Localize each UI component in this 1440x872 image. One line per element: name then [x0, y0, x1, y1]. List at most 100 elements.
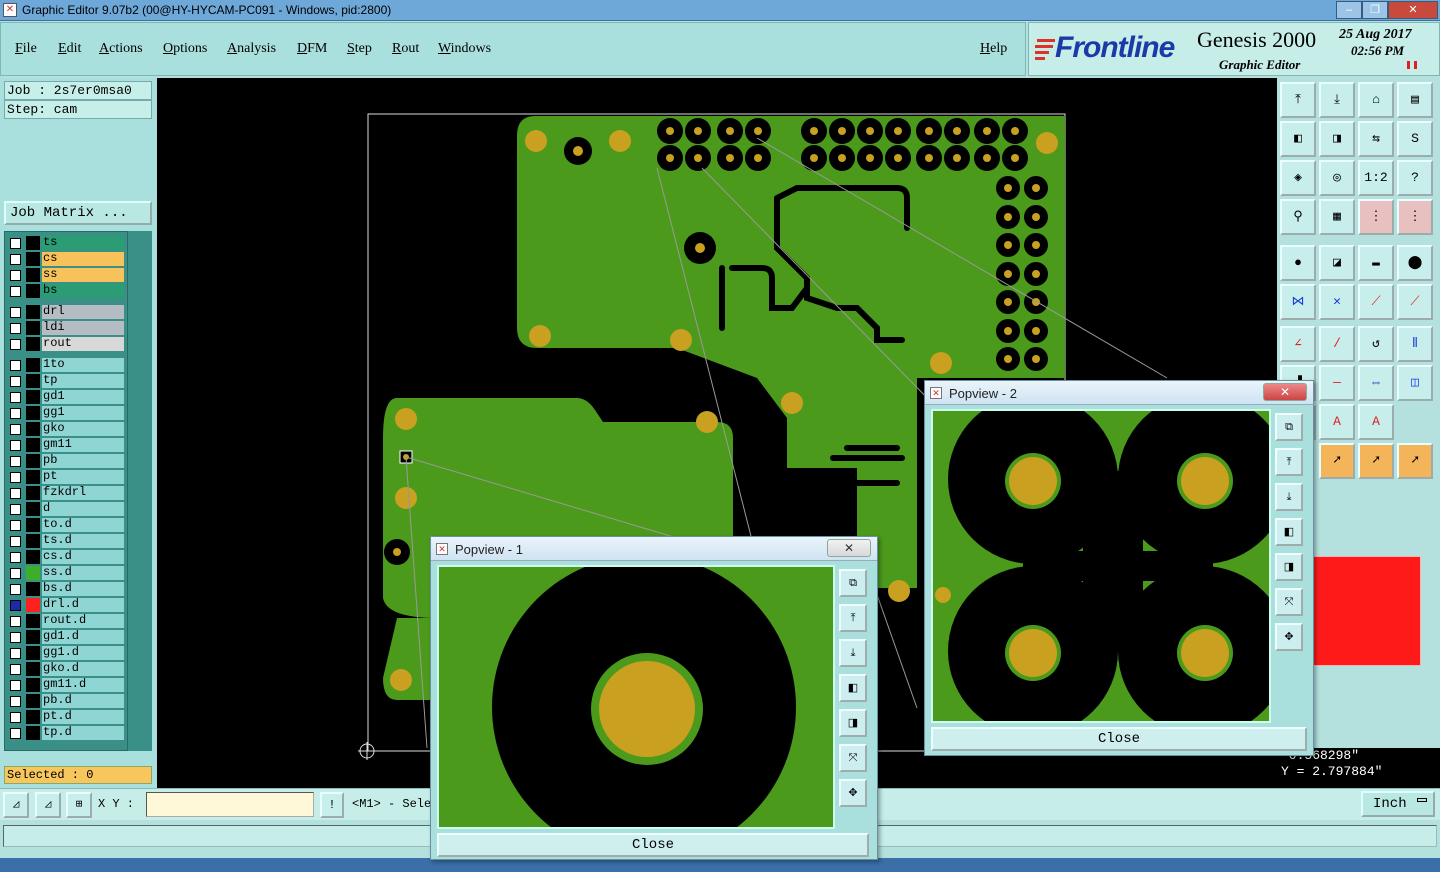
layer-color-swatch[interactable] — [26, 678, 40, 692]
resize-icon[interactable]: ⇔ — [1358, 365, 1394, 401]
popview-tool-icon[interactable]: ⧉ — [1275, 413, 1303, 441]
layer-row-cs[interactable]: cs — [5, 251, 129, 267]
popview-tool-icon[interactable]: ◧ — [839, 674, 867, 702]
layer-name[interactable]: gd1.d — [42, 630, 124, 644]
xy-input[interactable] — [146, 792, 314, 817]
tool-2-icon[interactable]: ◿ — [35, 792, 61, 818]
layer-checkbox[interactable] — [10, 392, 21, 403]
layer-row-cs-d[interactable]: cs.d — [5, 549, 129, 565]
popview-tool-icon[interactable]: ✥ — [1275, 623, 1303, 651]
color-edit-icon[interactable]: ◪ — [1319, 245, 1355, 281]
layer-row-1to[interactable]: 1to — [5, 357, 129, 373]
layer-name[interactable]: gm11 — [42, 438, 124, 452]
layer-color-swatch[interactable] — [26, 284, 40, 298]
layer-name[interactable]: rout — [42, 337, 124, 351]
layer-checkbox[interactable] — [10, 568, 21, 579]
layer-color-swatch[interactable] — [26, 422, 40, 436]
draw-line-icon[interactable]: / — [1319, 326, 1355, 362]
layer-color-swatch[interactable] — [26, 337, 40, 351]
layer-checkbox[interactable] — [10, 456, 21, 467]
menu-rout[interactable]: Rout — [392, 41, 419, 57]
layer-color-swatch[interactable] — [26, 502, 40, 516]
layer-row-pb-d[interactable]: pb.d — [5, 693, 129, 709]
maximize-button[interactable]: ❐ — [1362, 1, 1388, 19]
layer-checkbox[interactable] — [10, 520, 21, 531]
ruler-icon[interactable]: ▬ — [1358, 245, 1394, 281]
layer-row-ldi[interactable]: ldi — [5, 320, 129, 336]
mirror-layer-icon[interactable]: ⫴ — [1397, 326, 1433, 362]
layer-row-drl[interactable]: drl — [5, 304, 129, 320]
menu-options[interactable]: Options — [163, 41, 207, 57]
layer-name[interactable]: ts.d — [42, 534, 124, 548]
menu-edit[interactable]: Edit — [58, 41, 81, 57]
layer-row-rout[interactable]: rout — [5, 336, 129, 352]
fit-icon[interactable]: ◈ — [1280, 160, 1316, 196]
layer-color-swatch[interactable] — [26, 518, 40, 532]
popview-tool-icon[interactable]: ⤒ — [1275, 448, 1303, 476]
layer-checkbox[interactable] — [10, 616, 21, 627]
popview-tool-icon[interactable]: ⧉ — [839, 569, 867, 597]
layer-name[interactable]: gm11.d — [42, 678, 124, 692]
pan-left-icon[interactable]: ◧ — [1280, 121, 1316, 157]
layer-checkbox[interactable] — [10, 376, 21, 387]
layer-color-swatch[interactable] — [26, 582, 40, 596]
layer-checkbox[interactable] — [10, 307, 21, 318]
connect-icon[interactable]: ⋈ — [1280, 284, 1316, 320]
cross-icon[interactable]: ✕ — [1319, 284, 1355, 320]
popview-1-x-button[interactable]: ✕ — [827, 539, 871, 557]
layer-row-tp[interactable]: tp — [5, 373, 129, 389]
popview-tool-icon[interactable]: ◨ — [839, 709, 867, 737]
layer-color-swatch[interactable] — [26, 268, 40, 282]
layer-name[interactable]: gd1 — [42, 390, 124, 404]
layer-name[interactable]: rout.d — [42, 614, 124, 628]
layer-name[interactable]: d — [42, 502, 124, 516]
layer-row-d[interactable]: d — [5, 501, 129, 517]
layer-row-drl-d[interactable]: drl.d — [5, 597, 129, 613]
layer-checkbox[interactable] — [10, 472, 21, 483]
layer-name[interactable]: ts — [42, 236, 124, 250]
layer-row-gm11[interactable]: gm11 — [5, 437, 129, 453]
layer-checkbox[interactable] — [10, 286, 21, 297]
layer-checkbox[interactable] — [10, 712, 21, 723]
layer-checkbox[interactable] — [10, 600, 21, 611]
layer-color-swatch[interactable] — [26, 726, 40, 740]
layer-color-swatch[interactable] — [26, 321, 40, 335]
net-select-icon[interactable]: ⋮ — [1397, 199, 1433, 235]
layer-row-tp-d[interactable]: tp.d — [5, 725, 129, 741]
angle-icon[interactable]: ∠ — [1280, 326, 1316, 362]
scale-button[interactable]: 1:2 — [1358, 160, 1394, 196]
layer-row-ts-d[interactable]: ts.d — [5, 533, 129, 549]
tool-3-icon[interactable]: ⊞ — [66, 792, 92, 818]
layer-row-ts[interactable]: ts — [5, 235, 129, 251]
layer-row-gg1-d[interactable]: gg1.d — [5, 645, 129, 661]
layer-name[interactable]: 1to — [42, 358, 124, 372]
layer-color-swatch[interactable] — [26, 454, 40, 468]
menu-analysis[interactable]: Analysis — [227, 41, 276, 57]
layer-row-pt-d[interactable]: pt.d — [5, 709, 129, 725]
layer-name[interactable]: pt.d — [42, 710, 124, 724]
layer-checkbox[interactable] — [10, 408, 21, 419]
layer-color-swatch[interactable] — [26, 694, 40, 708]
layer-color-swatch[interactable] — [26, 486, 40, 500]
pointer-select-icon[interactable]: ➚ — [1358, 443, 1394, 479]
layer-row-pt[interactable]: pt — [5, 469, 129, 485]
layer-row-pb[interactable]: pb — [5, 453, 129, 469]
layer-name[interactable]: bs.d — [42, 582, 124, 596]
layer-row-gg1[interactable]: gg1 — [5, 405, 129, 421]
line-move-icon[interactable]: ⟋ — [1397, 284, 1433, 320]
layer-checkbox[interactable] — [10, 680, 21, 691]
layer-name[interactable]: gko — [42, 422, 124, 436]
layer-checkbox[interactable] — [10, 584, 21, 595]
layer-checkbox[interactable] — [10, 632, 21, 643]
popview-tool-icon[interactable]: ⤓ — [1275, 483, 1303, 511]
layer-row-bs-d[interactable]: bs.d — [5, 581, 129, 597]
layer-name[interactable]: ss — [42, 268, 124, 282]
layer-row-gm11-d[interactable]: gm11.d — [5, 677, 129, 693]
minimize-button[interactable]: – — [1336, 1, 1362, 19]
layer-color-swatch[interactable] — [26, 358, 40, 372]
layer-color-swatch[interactable] — [26, 305, 40, 319]
layer-name[interactable]: gg1 — [42, 406, 124, 420]
layer-row-ss-d[interactable]: ss.d — [5, 565, 129, 581]
popview-tool-icon[interactable]: ✥ — [839, 779, 867, 807]
layer-color-swatch[interactable] — [26, 662, 40, 676]
